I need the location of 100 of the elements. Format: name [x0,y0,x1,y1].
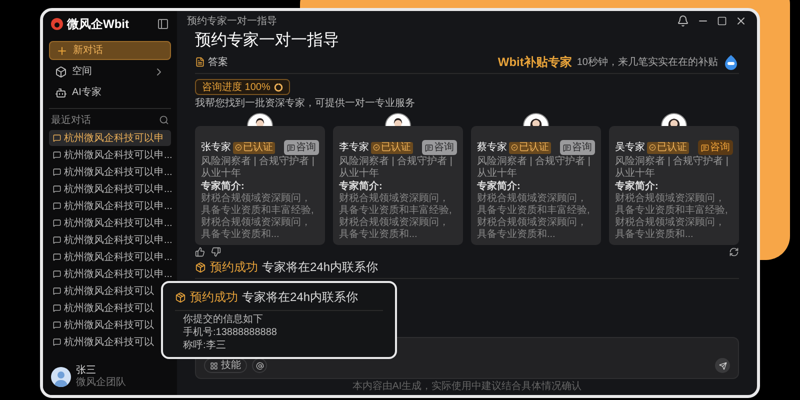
send-button[interactable] [715,358,730,373]
thumbs-down-icon[interactable] [211,247,221,257]
popup-message: 专家将在24h内联系你 [242,289,358,306]
refresh-icon[interactable] [729,247,739,257]
nav-item[interactable]: 空间 [49,62,171,81]
conversation-item[interactable]: 杭州微风企科技可以申... [49,249,171,265]
chat-icon [53,236,61,244]
maximize-icon[interactable] [717,16,727,26]
footer-disclaimer: 本内容由AI生成，实际使用中建议结合具体情况确认 [351,381,583,393]
thumbs-up-icon[interactable] [195,247,205,257]
intro-label: 专家简介: [615,181,660,192]
chat-icon [53,151,61,159]
chat-icon [425,144,433,152]
conversation-item[interactable]: 杭州微风企科技可以申... [49,215,171,231]
expert-tags: 风险洞察者 | 合规守护者 | 从业十年 [615,156,733,180]
progress-ring [274,82,284,92]
send-icon [718,362,726,370]
verified-badge: 已认证 [647,142,689,154]
chat-icon [53,253,61,261]
nav-item[interactable]: AI专家 [49,83,171,102]
page-heading: 预约专家一对一指导 [195,31,340,51]
conversation-item[interactable]: 杭州微风企科技可以申... [49,147,171,163]
conversation-item[interactable]: 杭州微风企科技可以 [49,317,171,333]
verified-badge: 已认证 [233,142,275,154]
grid-icon [210,362,218,370]
user-avatar[interactable] [51,367,71,387]
expert-description: 财税合规领域资深顾问，具备专业资质和丰富经验,财税合规领域资深顾问，具备专业资质和... [477,193,591,241]
plus-icon [56,44,68,56]
mascot-icon [723,54,739,70]
chat-icon [287,144,295,152]
chat-icon [563,144,571,152]
package-icon [175,292,186,302]
conversation-item[interactable]: 杭州微风企科技可以 [49,283,171,299]
conversation-item[interactable]: 杭州微风企科技可以申 [49,130,171,146]
consult-button[interactable]: 咨询 [560,140,595,155]
consult-button[interactable]: 咨询 [698,140,733,155]
check-badge-icon [373,144,380,151]
check-badge-icon [649,144,656,151]
popup-status: 预约成功 [190,289,238,306]
conversation-item[interactable]: 杭州微风企科技可以 [49,334,171,350]
cube-icon [55,66,67,78]
chat-icon [53,168,61,176]
expert-tags: 风险洞察者 | 合规守护者 | 从业十年 [477,156,595,180]
nav-item[interactable]: 新对话 [49,41,171,60]
close-icon[interactable] [735,15,747,27]
promo-title: Wbit补贴专家 [498,54,572,71]
window-title: 预约专家一对一指导 [187,14,277,28]
consult-button[interactable]: 咨询 [422,140,457,155]
chat-icon [53,134,61,142]
section-label: 最近对话 [51,114,91,128]
chat-icon [53,202,61,210]
user-name: 张三 [76,365,97,377]
chat-icon [53,338,61,346]
expert-name: 李专家 [339,140,369,154]
package-icon [195,262,206,272]
expert-tags: 风险洞察者 | 合规守护者 | 从业十年 [201,156,319,180]
result-message: 专家将在24h内联系你 [262,259,378,276]
conversation-item[interactable]: 杭州微风企科技可以申... [49,164,171,180]
chat-icon [53,185,61,193]
info-line: 你提交的信息如下 [183,314,264,326]
promo-subtitle: 10秒钟，来几笔实实在在的补贴 [576,56,718,70]
info-line: 手机号:13888888888 [183,327,278,339]
expert-description: 财税合规领域资深顾问，具备专业资质和丰富经验,财税合规领域资深顾问，具备专业资质和... [339,193,453,241]
conversation-item[interactable]: 杭州微风企科技可以申... [49,181,171,197]
expert-name: 吴专家 [615,140,645,154]
check-badge-icon [511,144,518,151]
notification-icon[interactable] [677,15,689,27]
expert-description: 财税合规领域资深顾问，具备专业资质和丰富经验,财税合规领域资深顾问，具备专业资质和... [201,193,315,241]
chat-icon [53,270,61,278]
check-badge-icon [235,144,242,151]
app-logo-text: 微风企Wbit [67,16,129,33]
progress-label: 咨询进度 100% [202,80,270,94]
answer-tab[interactable]: 答案 [208,54,228,70]
result-status: 预约成功 [210,259,258,276]
sidebar-toggle-icon[interactable] [157,18,169,30]
intro-label: 专家简介: [477,181,522,192]
expert-name: 蔡专家 [477,140,507,154]
intro-label: 专家简介: [339,181,384,192]
robot-icon [55,86,67,98]
user-team: 微风企团队 [76,377,126,389]
expert-tags: 风险洞察者 | 合规守护者 | 从业十年 [339,156,457,180]
conversation-item[interactable]: 杭州微风企科技可以申... [49,198,171,214]
chat-icon [53,321,61,329]
at-sign-icon [256,362,264,370]
consult-button[interactable]: 咨询 [284,140,319,155]
intro-text: 我帮您找到一批资深专家，可提供一对一专业服务 [195,98,416,110]
document-icon [195,57,205,67]
logo-icon [51,18,63,30]
conversation-item[interactable]: 杭州微风企科技可以 [49,300,171,316]
intro-label: 专家简介: [201,181,246,192]
chat-icon [53,287,61,295]
expert-description: 财税合规领域资深顾问，具备专业资质和丰富经验,财税合规领域资深顾问，具备专业资质和... [615,193,729,241]
verified-badge: 已认证 [509,142,551,154]
chat-icon [53,219,61,227]
conversation-item[interactable]: 杭州微风企科技可以申... [49,232,171,248]
chat-icon [701,144,709,152]
search-icon[interactable] [159,115,169,125]
chat-icon [53,304,61,312]
conversation-item[interactable]: 杭州微风企科技可以申... [49,266,171,282]
verified-badge: 已认证 [371,142,413,154]
